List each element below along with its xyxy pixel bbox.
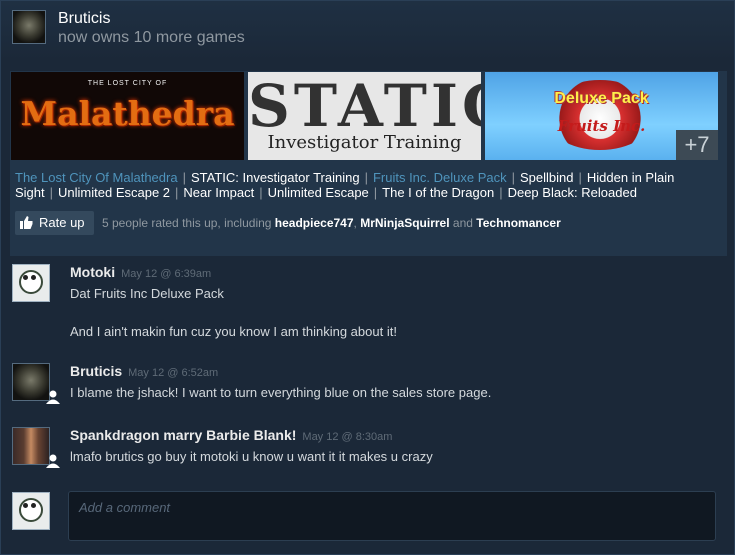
game-link[interactable]: Unlimited Escape 2 <box>58 185 170 200</box>
game-link[interactable]: Deep Black: Reloaded <box>508 185 637 200</box>
separator: | <box>175 185 179 200</box>
capsule-title: STATIC <box>248 72 481 140</box>
separator: | <box>259 185 263 200</box>
comment-line: And I ain't makin fun cuz you know I am … <box>70 324 397 339</box>
rate-row: Rate up 5 people rated this up, includin… <box>15 211 725 236</box>
game-link[interactable]: The I of the Dragon <box>382 185 494 200</box>
comment-author-line: Spankdragon marry Barbie Blank! May 12 @ … <box>70 427 392 443</box>
activity-card: Bruticis now owns 10 more games THE LOST… <box>0 0 735 555</box>
comment-line: Dat Fruits Inc Deluxe Pack <box>70 286 224 301</box>
rating-summary-prefix: 5 people rated this up, including <box>102 216 272 230</box>
comment-author-line: Motoki May 12 @ 6:39am <box>70 264 211 280</box>
user-status-icon <box>46 390 60 404</box>
rating-summary-and: and <box>452 216 473 230</box>
game-link[interactable]: Spellbind <box>520 170 574 185</box>
game-link[interactable]: Unlimited Escape <box>268 185 369 200</box>
separator: | <box>373 185 378 200</box>
game-capsule-static[interactable]: STATIC Investigator Training <box>248 72 481 160</box>
separator: | <box>182 170 186 185</box>
rater-link[interactable]: headpiece747 <box>275 216 354 230</box>
activity-user-name[interactable]: Bruticis <box>58 10 110 28</box>
capsule-subtitle: Investigator Training <box>267 132 462 153</box>
separator: | <box>499 185 503 200</box>
separator: | <box>578 170 582 185</box>
comment-line: I blame the jshack! I want to turn every… <box>70 385 492 400</box>
game-list: The Lost City Of Malathedra | STATIC: Inve… <box>15 170 725 200</box>
game-link[interactable]: The Lost City Of Malathedra <box>15 170 178 185</box>
rater-link[interactable]: Technomancer <box>476 216 560 230</box>
user-status-icon <box>46 454 60 468</box>
thumbs-up-icon <box>20 216 33 229</box>
comment-text: lmafo brutics go buy it motoki u know u … <box>70 447 433 466</box>
comment-text: Dat Fruits Inc Deluxe Pack And I ain't m… <box>70 284 397 341</box>
activity-description: now owns 10 more games <box>58 29 245 46</box>
comment-input[interactable]: Add a comment <box>68 491 716 541</box>
separator: | <box>49 185 54 200</box>
comment-timestamp: May 12 @ 8:30am <box>302 431 393 443</box>
rater-link[interactable]: MrNinjaSquirrel <box>360 216 449 230</box>
user-avatar[interactable] <box>12 10 46 44</box>
comment-author[interactable]: Bruticis <box>70 363 122 379</box>
game-capsule-malathedra[interactable]: THE LOST CITY OF Malathedra <box>11 72 244 160</box>
capsule-subtitle: THE LOST CITY OF <box>87 80 168 87</box>
more-games-count[interactable]: +7 <box>676 130 718 160</box>
game-capsule-fruits-inc[interactable]: Deluxe Pack Fruits Inc. +7 <box>485 72 718 160</box>
comment-author-line: Bruticis May 12 @ 6:52am <box>70 363 218 379</box>
capsule-title: Deluxe Pack <box>554 90 649 107</box>
game-link[interactable]: Fruits Inc. Deluxe Pack <box>373 170 507 185</box>
comment-author[interactable]: Spankdragon marry Barbie Blank! <box>70 427 296 443</box>
game-link[interactable]: Near Impact <box>183 185 254 200</box>
separator: | <box>511 170 515 185</box>
comment-author[interactable]: Motoki <box>70 264 115 280</box>
rate-up-label: Rate up <box>39 215 85 230</box>
rate-up-button[interactable]: Rate up <box>15 211 94 235</box>
comment-timestamp: May 12 @ 6:52am <box>128 367 219 379</box>
comment-text: I blame the jshack! I want to turn every… <box>70 383 491 402</box>
game-link[interactable]: STATIC: Investigator Training <box>191 170 360 185</box>
comment-line: lmafo brutics go buy it motoki u know u … <box>70 449 433 464</box>
current-user-avatar <box>12 492 50 530</box>
capsule-title: Malathedra <box>20 94 235 133</box>
games-block: THE LOST CITY OF Malathedra STATIC Inves… <box>10 71 727 256</box>
comment-timestamp: May 12 @ 6:39am <box>121 268 212 280</box>
separator: | <box>364 170 368 185</box>
rating-summary: 5 people rated this up, including headpi… <box>102 216 561 230</box>
commenter-avatar[interactable] <box>12 264 50 302</box>
